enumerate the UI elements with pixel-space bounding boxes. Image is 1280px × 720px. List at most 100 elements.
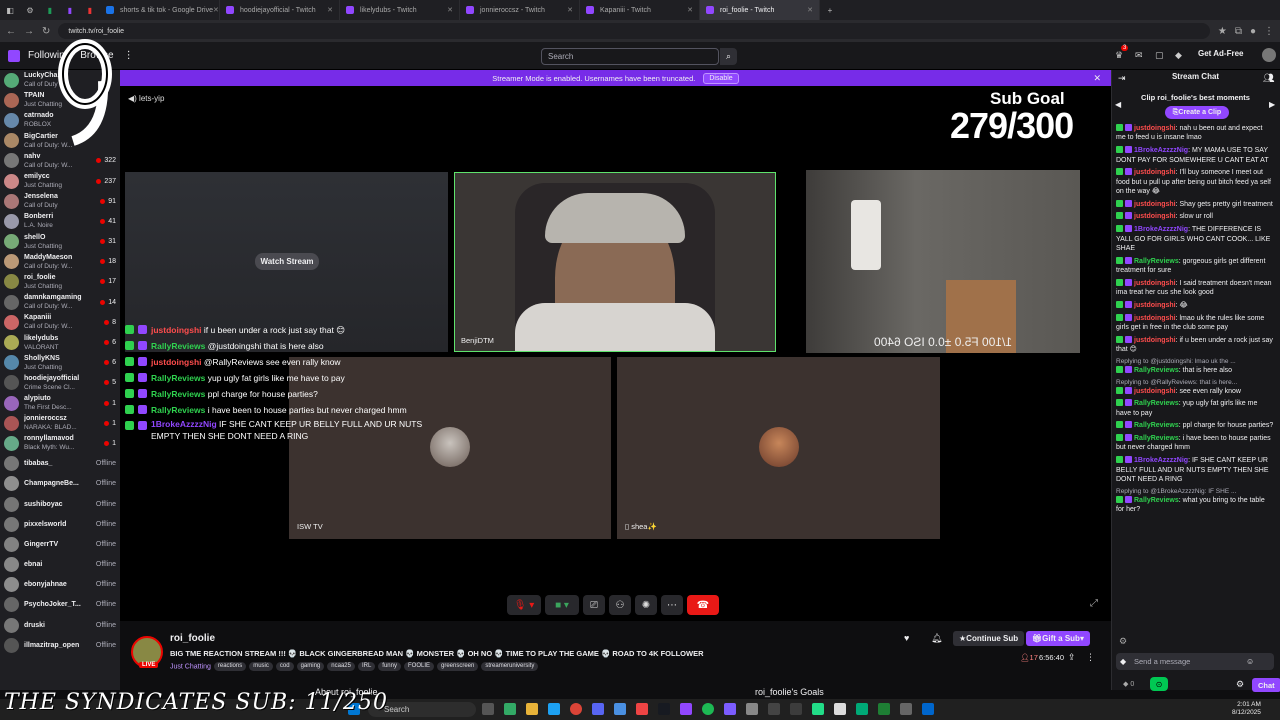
more-icon[interactable]: ⋮ xyxy=(124,50,134,61)
steam-icon[interactable] xyxy=(658,703,670,715)
sidebar-channel[interactable]: illmazitrap_open Offline xyxy=(0,635,120,655)
stream-tag[interactable]: gaming xyxy=(296,662,325,671)
chat-message[interactable]: RallyReviews: ppl charge for house parti… xyxy=(1116,421,1274,430)
app-icon[interactable] xyxy=(922,703,934,715)
app-icon[interactable] xyxy=(768,703,780,715)
sidebar-channel[interactable]: ebnai Offline xyxy=(0,555,120,575)
app-icon[interactable] xyxy=(834,703,846,715)
excel-icon[interactable] xyxy=(878,703,890,715)
app-icon[interactable] xyxy=(812,703,824,715)
chat-username[interactable]: 1BrokeAzzzzNig xyxy=(1134,147,1188,154)
chat-message[interactable]: justdoingshi: Shay gets pretty girl trea… xyxy=(1116,199,1274,209)
close-tab-icon[interactable]: ✕ xyxy=(567,6,573,14)
sidebar-channel[interactable]: roi_foolie Just Chatting 17 xyxy=(0,272,120,292)
sidebar-channel[interactable]: PsychoJoker_T... Offline xyxy=(0,595,120,615)
url-input[interactable]: twitch.tv/roi_foolie xyxy=(58,23,1210,39)
chat-message[interactable]: justdoingshi: slow ur roll xyxy=(1116,212,1274,221)
chat-message[interactable]: 1BrokeAzzzzNig: IF SHE CANT KEEP UR BELL… xyxy=(1116,456,1274,484)
bits-icon[interactable]: ◆ xyxy=(1175,50,1182,61)
sidebar-channel[interactable]: pixxelsworld Offline xyxy=(0,514,120,534)
sidebar-channel[interactable]: jonnieroccsz NARAKA: BLAD... 1 xyxy=(0,413,120,433)
chat-username[interactable]: RallyReviews xyxy=(1134,422,1179,429)
soundboard-icon[interactable]: ✺ xyxy=(635,595,657,615)
chat-message[interactable]: justdoingshi: lmao uk the rules like som… xyxy=(1116,313,1274,333)
prime-loot-icon[interactable]: ♛ xyxy=(1115,50,1123,61)
community-icon[interactable]: 👥︎ xyxy=(1263,73,1274,84)
sidebar-channel[interactable]: MaddyMaeson Call of Duty: W... 18 xyxy=(0,252,120,272)
sidebar-channel[interactable]: shellO Just Chatting 31 xyxy=(0,232,120,252)
chat-username[interactable]: justdoingshi xyxy=(1134,280,1176,287)
task-view-icon[interactable] xyxy=(482,703,494,715)
sidebar-channel[interactable]: nahv Call of Duty: W... 322 xyxy=(0,151,120,171)
forward-icon[interactable]: → xyxy=(24,26,34,37)
search-input[interactable]: Search xyxy=(541,48,719,65)
chat-message[interactable]: justdoingshi: see even rally know xyxy=(1116,386,1274,396)
chat-username[interactable]: justdoingshi xyxy=(1134,388,1176,395)
channel-name[interactable]: roi_foolie xyxy=(170,633,215,644)
user-avatar[interactable] xyxy=(1262,48,1276,62)
stream-tag[interactable]: cod xyxy=(275,662,294,671)
continue-sub-button[interactable]: ★ Continue Sub xyxy=(953,631,1025,646)
gift-sub-button[interactable]: 🎁︎ Gift a Sub ▾ xyxy=(1026,631,1090,646)
sidebar-channel[interactable]: sushiboyac Offline xyxy=(0,494,120,514)
spotify-icon[interactable] xyxy=(702,703,714,715)
file-explorer-icon[interactable] xyxy=(526,703,538,715)
sidebar-channel[interactable]: GingerrTV Offline xyxy=(0,534,120,554)
sidebar-channel[interactable]: alypiuto The First Desc... 1 xyxy=(0,393,120,413)
settings-icon[interactable] xyxy=(900,703,912,715)
chat-message[interactable]: RallyReviews: yup ugly fat girls like me… xyxy=(1116,399,1274,418)
twitch-logo-icon[interactable] xyxy=(8,49,20,62)
channel-points-icon[interactable]: ⊙ xyxy=(1150,677,1168,691)
close-tab-icon[interactable]: ✕ xyxy=(327,6,333,14)
sidebar-channel[interactable]: Jenselena Call of Duty 91 xyxy=(0,191,120,211)
sidebar-channel[interactable]: ShollyKNS Just Chatting 6 xyxy=(0,353,120,373)
close-tab-icon[interactable]: ✕ xyxy=(687,6,693,14)
app-icon[interactable] xyxy=(790,703,802,715)
emote-picker-icon[interactable]: ☺ xyxy=(1246,657,1254,666)
chat-message[interactable]: justdoingshi: if u been under a rock jus… xyxy=(1116,335,1274,355)
chrome-icon[interactable] xyxy=(570,703,582,715)
browser-tab[interactable]: roi_foolie - Twitch ✕ xyxy=(700,0,820,20)
fullscreen-icon[interactable]: ⤢ xyxy=(1090,598,1098,609)
hang-up-icon[interactable]: ☎ xyxy=(687,595,719,615)
chat-username[interactable]: justdoingshi xyxy=(1134,125,1176,132)
app-icon[interactable] xyxy=(614,703,626,715)
get-ad-free-button[interactable]: Get Ad-Free xyxy=(1198,49,1244,58)
app-icon[interactable] xyxy=(746,703,758,715)
inbox-icon[interactable]: ✉ xyxy=(1135,50,1143,61)
stream-tag[interactable]: funny xyxy=(378,662,401,671)
chat-username[interactable]: RallyReviews xyxy=(1134,367,1179,374)
screenshare-icon[interactable]: ⎚ xyxy=(583,595,605,615)
camera-icon[interactable]: ■ ▾ xyxy=(545,595,579,615)
browser-tab[interactable]: likelydubs - Twitch ✕ xyxy=(340,0,460,20)
chat-message[interactable]: justdoingshi: 😂 xyxy=(1116,300,1274,310)
bits-icon[interactable]: ◆ xyxy=(1120,657,1126,666)
chat-username[interactable]: justdoingshi xyxy=(1134,315,1176,322)
browser-tab[interactable]: hoodiejayofficial - Twitch ✕ xyxy=(220,0,340,20)
stream-category-link[interactable]: Just Chatting xyxy=(170,663,211,670)
sidebar-channel[interactable]: hoodiejayofficial Crime Scene Cl... 5 xyxy=(0,373,120,393)
follow-heart-icon[interactable]: ♥ xyxy=(904,633,909,643)
chat-username[interactable]: RallyReviews xyxy=(1134,258,1179,265)
sidebar-channel[interactable]: ebonyjahnae Offline xyxy=(0,575,120,595)
activity-icon[interactable]: ⚇ xyxy=(609,595,631,615)
search-icon[interactable]: ⌕ xyxy=(720,48,737,65)
more-icon[interactable]: ⋮ xyxy=(1086,652,1095,663)
app-icon[interactable] xyxy=(548,703,560,715)
pinned-tab-icon[interactable]: ▮ xyxy=(80,0,100,20)
chat-message[interactable]: justdoingshi: I'll buy someone I meet ou… xyxy=(1116,168,1274,196)
stream-tag[interactable]: FOOLIE xyxy=(403,662,434,671)
chat-username[interactable]: justdoingshi xyxy=(1134,302,1176,309)
extensions-icon[interactable]: ⧉ xyxy=(1235,26,1242,37)
chat-message[interactable]: justdoingshi: nah u been out and expect … xyxy=(1116,124,1274,143)
app-icon[interactable] xyxy=(724,703,736,715)
notification-bell-icon[interactable]: 🔔︎ xyxy=(931,633,942,644)
pinned-tab-icon[interactable]: ▮ xyxy=(60,0,80,20)
app-icon[interactable] xyxy=(636,703,648,715)
bookmark-star-icon[interactable]: ★ xyxy=(1218,26,1227,37)
browser-menu-icon[interactable]: ◧ xyxy=(0,0,20,20)
browser-tab[interactable]: Kapaniii - Twitch ✕ xyxy=(580,0,700,20)
create-clip-button[interactable]: ⎘ Create a Clip xyxy=(1165,106,1229,119)
chat-username[interactable]: RallyReviews xyxy=(1134,435,1179,442)
chat-username[interactable]: justdoingshi xyxy=(1134,169,1176,176)
